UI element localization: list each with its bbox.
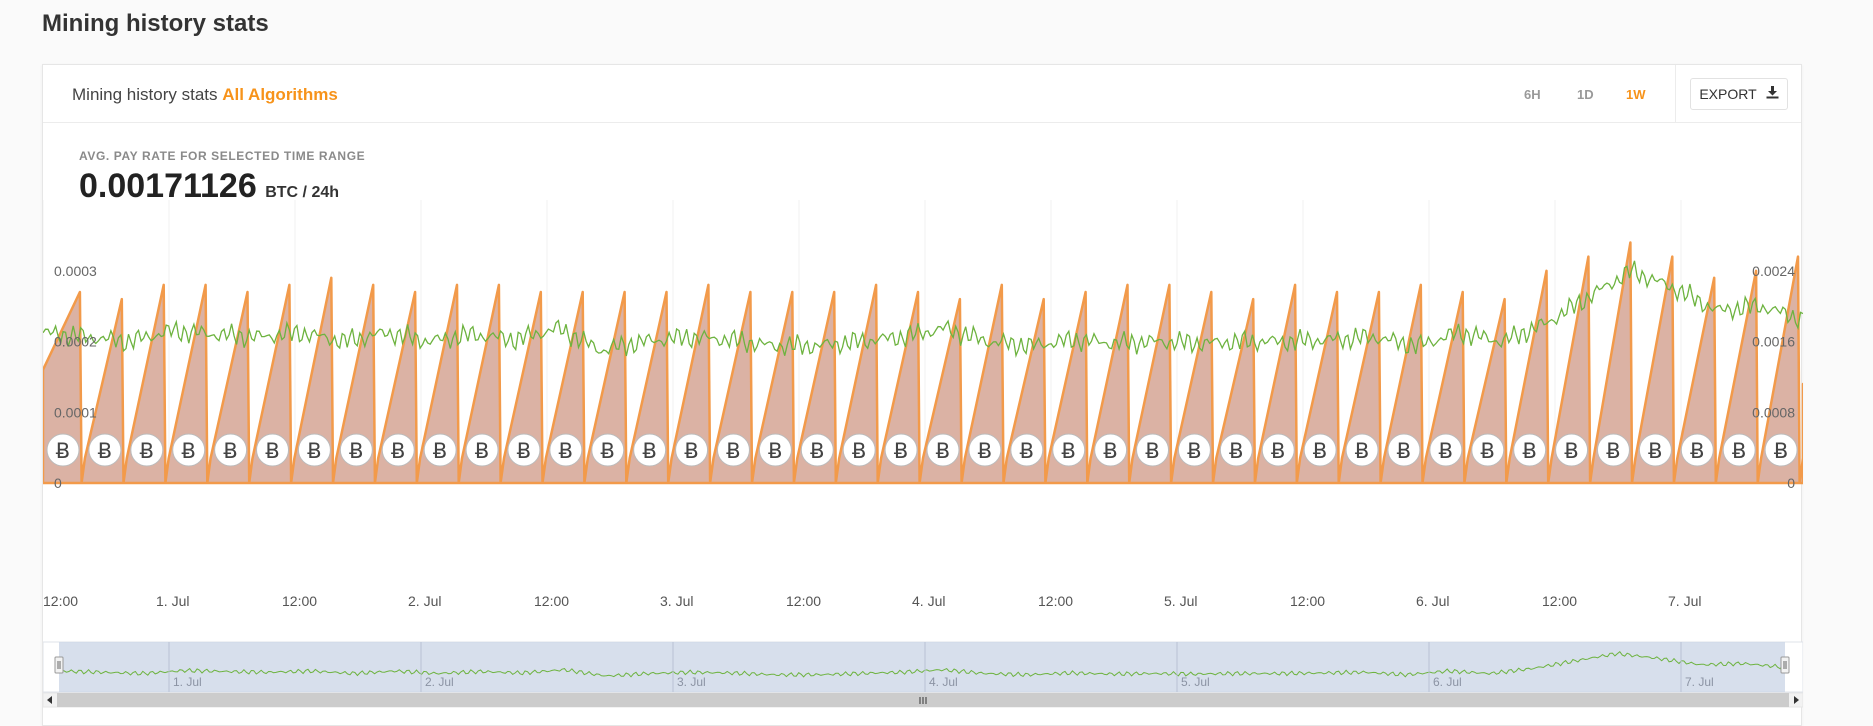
payout-marker-glyph: Ƀ: [433, 439, 447, 463]
payout-marker-glyph: Ƀ: [265, 439, 279, 463]
payout-marker-glyph: Ƀ: [1564, 439, 1578, 463]
payout-marker-glyph: Ƀ: [601, 439, 615, 463]
payout-marker-glyph: Ƀ: [1774, 439, 1788, 463]
x-axis-tick-label: 12:00: [43, 593, 78, 609]
payout-marker-glyph: Ƀ: [1606, 439, 1620, 463]
left-axis-tick-label: 0.0002: [54, 334, 97, 350]
page-heading: Mining history stats: [42, 10, 269, 37]
navigator-tick-label: 2. Jul: [425, 675, 454, 689]
mining-history-card: Mining history stats All Algorithms 6H 1…: [42, 64, 1803, 726]
x-axis-tick-label: 12:00: [1290, 593, 1325, 609]
x-axis-tick-label: 6. Jul: [1416, 593, 1449, 609]
payout-marker-glyph: Ƀ: [936, 439, 950, 463]
payout-marker-glyph: Ƀ: [1187, 439, 1201, 463]
x-axis-tick-label: 1. Jul: [156, 593, 189, 609]
mining-history-chart[interactable]: ɃɃɃɃɃɃɃɃɃɃɃɃɃɃɃɃɃɃɃɃɃɃɃɃɃɃɃɃɃɃɃɃɃɃɃɃɃɃɃɃ…: [43, 65, 1803, 726]
payout-marker-glyph: Ƀ: [1732, 439, 1746, 463]
payout-marker-glyph: Ƀ: [1062, 439, 1076, 463]
x-axis-tick-label: 3. Jul: [660, 593, 693, 609]
x-axis-tick-label: 7. Jul: [1668, 593, 1701, 609]
payout-marker-glyph: Ƀ: [56, 439, 70, 463]
right-axis-tick-label: 0.0016: [1752, 334, 1795, 350]
payout-marker-glyph: Ƀ: [1522, 439, 1536, 463]
payout-marker-glyph: Ƀ: [307, 439, 321, 463]
navigator-left-handle[interactable]: [54, 656, 64, 674]
x-axis-tick-label: 5. Jul: [1164, 593, 1197, 609]
payout-marker-glyph: Ƀ: [1145, 439, 1159, 463]
x-axis-tick-label: 4. Jul: [912, 593, 945, 609]
payout-marker-glyph: Ƀ: [978, 439, 992, 463]
navigator-tick-label: 3. Jul: [677, 675, 706, 689]
payout-marker-glyph: Ƀ: [1020, 439, 1034, 463]
payout-marker-glyph: Ƀ: [852, 439, 866, 463]
payout-marker-glyph: Ƀ: [140, 439, 154, 463]
payout-marker-glyph: Ƀ: [1690, 439, 1704, 463]
payout-marker-glyph: Ƀ: [1313, 439, 1327, 463]
x-axis-tick-label: 12:00: [1038, 593, 1073, 609]
payout-marker-glyph: Ƀ: [642, 439, 656, 463]
right-axis-tick-label: 0.0024: [1752, 263, 1795, 279]
payout-marker-glyph: Ƀ: [475, 439, 489, 463]
x-axis-tick-label: 2. Jul: [408, 593, 441, 609]
payout-marker-glyph: Ƀ: [98, 439, 112, 463]
payout-marker-glyph: Ƀ: [182, 439, 196, 463]
payout-marker-glyph: Ƀ: [768, 439, 782, 463]
payout-marker-glyph: Ƀ: [1229, 439, 1243, 463]
x-axis-tick-label: 12:00: [1542, 593, 1577, 609]
navigator-tick-label: 5. Jul: [1181, 675, 1210, 689]
navigator-tick-label: 1. Jul: [173, 675, 202, 689]
navigator-tick-label: 6. Jul: [1433, 675, 1462, 689]
payout-marker-glyph: Ƀ: [391, 439, 405, 463]
payout-marker-glyph: Ƀ: [559, 439, 573, 463]
payout-marker-glyph: Ƀ: [1103, 439, 1117, 463]
payout-marker-glyph: Ƀ: [1397, 439, 1411, 463]
navigator-tick-label: 4. Jul: [929, 675, 958, 689]
x-axis-tick-label: 12:00: [534, 593, 569, 609]
payout-marker-glyph: Ƀ: [1355, 439, 1369, 463]
left-axis-tick-label: 0.0003: [54, 263, 97, 279]
payout-marker-glyph: Ƀ: [726, 439, 740, 463]
payout-marker-glyph: Ƀ: [1439, 439, 1453, 463]
payout-marker-glyph: Ƀ: [1648, 439, 1662, 463]
navigator-right-handle[interactable]: [1780, 656, 1790, 674]
navigator-selection[interactable]: [59, 642, 1785, 692]
right-axis-tick-label: 0.0008: [1752, 404, 1795, 420]
payout-marker-glyph: Ƀ: [810, 439, 824, 463]
x-axis-tick-label: 12:00: [282, 593, 317, 609]
payout-marker-glyph: Ƀ: [517, 439, 531, 463]
payout-marker-glyph: Ƀ: [223, 439, 237, 463]
payout-marker-glyph: Ƀ: [349, 439, 363, 463]
left-axis-tick-label: 0.0001: [54, 404, 97, 420]
payout-marker-glyph: Ƀ: [1271, 439, 1285, 463]
payout-marker-glyph: Ƀ: [894, 439, 908, 463]
left-axis-tick-label: 0: [54, 475, 62, 491]
x-axis-tick-label: 12:00: [786, 593, 821, 609]
payout-marker-glyph: Ƀ: [684, 439, 698, 463]
navigator-tick-label: 7. Jul: [1685, 675, 1714, 689]
payout-marker-glyph: Ƀ: [1481, 439, 1495, 463]
right-axis-tick-label: 0: [1787, 475, 1795, 491]
